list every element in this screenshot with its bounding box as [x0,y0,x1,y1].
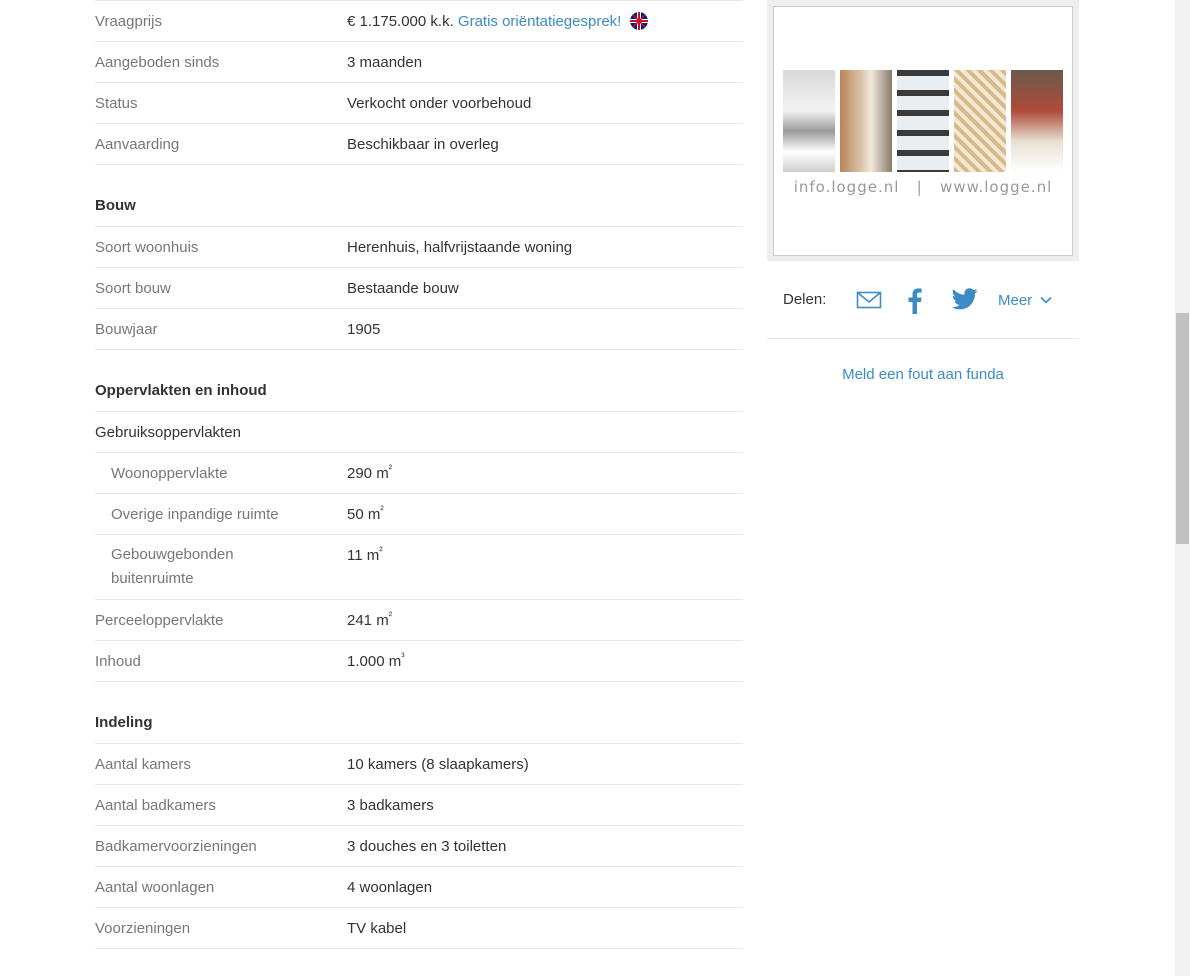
detail-row: Aantal woonlagen 4 woonlagen [95,867,743,908]
label-line: buitenruimte [111,570,194,587]
report-error-link[interactable]: Meld een fout aan funda [767,366,1079,383]
detail-label: Badkamervoorzieningen [95,838,257,855]
scrollbar-thumb[interactable] [1176,313,1189,544]
value-text: 290 m [347,465,389,482]
detail-row: Inhoud 1.000 m³ [95,641,743,682]
detail-value: 1905 [347,321,381,338]
detail-label: Soort bouw [95,280,171,297]
mail-icon[interactable] [856,288,882,314]
section-title-bouw: Bouw [95,165,743,227]
detail-row: Aanvaarding Beschikbaar in overleg [95,124,743,165]
detail-value: 241 m² [347,611,392,630]
chevron-down-icon [1040,291,1052,308]
ad-image-tile [954,70,1006,172]
section-title-indeling: Indeling [95,682,743,744]
detail-row: Soort woonhuis Herenhuis, halfvrijstaand… [95,227,743,268]
ad-text: info.logge.nl | www.logge.nl [793,178,1053,196]
ad-image-tile [1011,70,1063,172]
detail-value: 3 maanden [347,54,423,71]
detail-value: 1.000 m³ [347,652,405,671]
share-more-button[interactable]: Meer [998,291,1052,309]
detail-label: Woonoppervlakte [111,465,228,482]
value-text: 1.000 m [347,653,402,670]
detail-row: Aantal badkamers 3 badkamers [95,785,743,826]
detail-label: Perceeloppervlakte [95,612,224,629]
detail-value: 3 badkamers [347,797,434,814]
detail-row: Perceeloppervlakte 241 m² [95,600,743,641]
detail-label: Overige inpandige ruimte [111,506,279,523]
free-consultation-link[interactable]: Gratis oriëntatiegesprek! [458,13,621,30]
vertical-scrollbar[interactable] [1175,0,1190,976]
detail-label: Soort woonhuis [95,239,199,256]
detail-value: 3 douches en 3 toiletten [347,838,507,855]
detail-label: Aantal kamers [95,756,191,773]
detail-row: Overige inpandige ruimte 50 m² [95,494,743,535]
share-label: Delen: [783,291,827,308]
price-value: € 1.175.000 k.k. [347,13,454,30]
sidebar-divider [767,338,1079,339]
detail-row: Soort bouw Bestaande bouw [95,268,743,309]
value-text: 50 m [347,506,381,523]
detail-label: Gebouwgebonden buitenruimte [95,543,347,591]
advertisement-frame: info.logge.nl | www.logge.nl [767,0,1079,261]
detail-value: Verkocht onder voorbehoud [347,95,532,112]
unit-sup: ² [388,611,393,622]
object-details: Vraagprijs € 1.175.000 k.k. Gratis oriën… [95,0,743,949]
ad-image-tile [840,70,892,172]
detail-value: 50 m² [347,505,384,524]
group-label: Gebruiksoppervlakten [95,424,241,441]
group-row: Gebruiksoppervlakten [95,412,743,453]
detail-row: Badkamervoorzieningen 3 douches en 3 toi… [95,826,743,867]
flag-icon[interactable] [629,12,648,30]
unit-sup: ³ [401,652,405,663]
ad-image-strip [783,70,1063,172]
facebook-icon[interactable] [908,288,922,318]
detail-value: 290 m² [347,464,392,483]
price-row: Vraagprijs € 1.175.000 k.k. Gratis oriën… [95,0,743,42]
ad-image-tile [897,70,949,172]
price-value-wrap: € 1.175.000 k.k. Gratis oriëntatiegespre… [347,12,648,31]
section-title-oppervlakten: Oppervlakten en inhoud [95,350,743,412]
share-bar: Delen: Meer [783,285,1073,315]
detail-label: Voorzieningen [95,920,191,937]
unit-sup: ² [388,464,393,475]
detail-row: Gebouwgebonden buitenruimte 11 m² [95,535,743,600]
detail-label: Aantal woonlagen [95,879,215,896]
detail-row: Aangeboden sinds 3 maanden [95,42,743,83]
detail-label: Bouwjaar [95,321,158,338]
detail-label: Inhoud [95,653,141,670]
value-text: 11 m [347,547,380,564]
detail-value: 4 woonlagen [347,879,433,896]
ad-image-tile [783,70,835,172]
detail-value: 11 m² [347,546,383,565]
unit-sup: ² [380,505,384,516]
detail-value: Beschikbaar in overleg [347,136,499,153]
share-more-label: Meer [998,292,1033,309]
detail-label: Status [95,95,138,112]
unit-sup: ² [379,546,383,557]
value-text: 241 m [347,612,389,629]
detail-label: Aanvaarding [95,136,180,153]
detail-value: TV kabel [347,920,407,937]
advertisement-banner[interactable]: info.logge.nl | www.logge.nl [773,6,1073,256]
detail-row: Status Verkocht onder voorbehoud [95,83,743,124]
detail-value: Herenhuis, halfvrijstaande woning [347,239,573,256]
detail-row: Bouwjaar 1905 [95,309,743,350]
label-line: Gebouwgebonden [111,546,234,563]
detail-value: 10 kamers (8 slaapkamers) [347,756,529,773]
twitter-icon[interactable] [951,288,978,314]
detail-row: Woonoppervlakte 290 m² [95,453,743,494]
detail-label: Aantal badkamers [95,797,216,814]
detail-label: Aangeboden sinds [95,54,220,71]
detail-row: Voorzieningen TV kabel [95,908,743,949]
detail-value: Bestaande bouw [347,280,459,297]
detail-row: Aantal kamers 10 kamers (8 slaapkamers) [95,744,743,785]
price-label: Vraagprijs [95,13,162,30]
